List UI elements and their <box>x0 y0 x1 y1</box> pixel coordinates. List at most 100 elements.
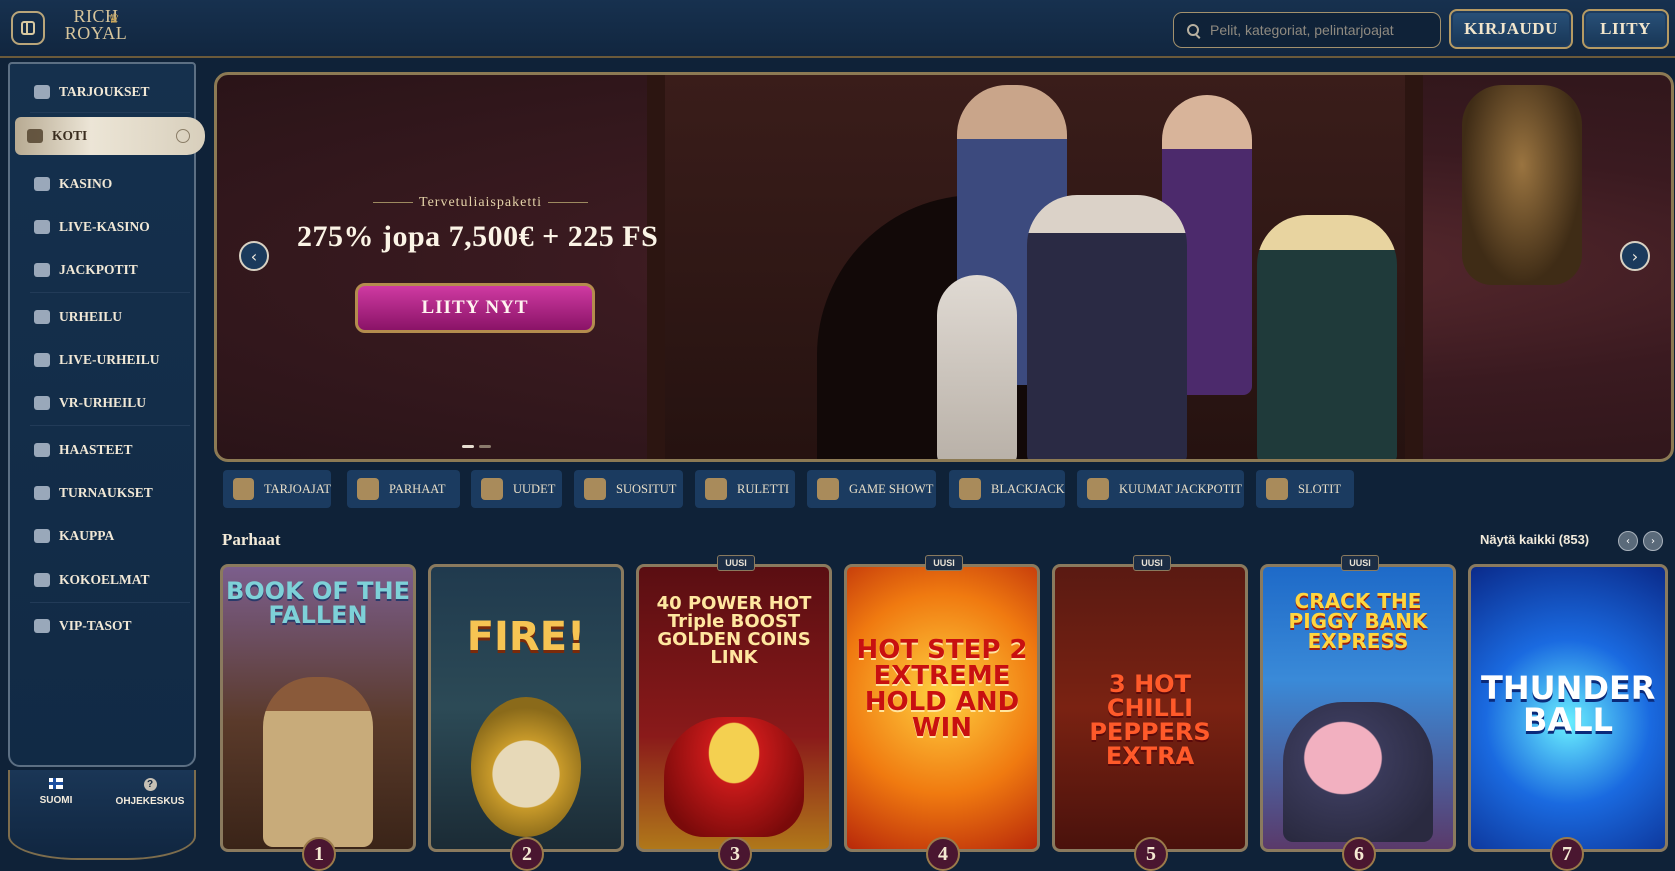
sidebar-item-label: TURNAUKSET <box>59 485 153 500</box>
gift-icon <box>34 85 50 99</box>
microphone-icon <box>817 478 839 500</box>
game-card-book-of-the-fallen[interactable]: BOOK OF THE FALLEN <box>220 564 416 852</box>
new-badge: UUSI <box>1133 555 1171 571</box>
game-title: BOOK OF THE FALLEN <box>225 577 411 629</box>
rank-badge: 6 <box>1342 837 1376 871</box>
sidebar-item-turnaukset[interactable]: TURNAUKSET <box>22 475 194 511</box>
category-label: BLACKJACK <box>991 481 1065 496</box>
section-next-button[interactable]: › <box>1643 531 1663 551</box>
game-title: CRACK THE PIGGY BANK EXPRESS <box>1288 589 1428 653</box>
category-label: RULETTI <box>737 481 790 496</box>
sidebar-item-kokoelmat[interactable]: KOKOELMAT <box>22 562 194 598</box>
game-title: THUNDER BALL <box>1481 669 1656 739</box>
carousel-dot-active[interactable] <box>462 445 474 448</box>
crown-icon: ♛ <box>108 11 121 26</box>
join-now-button[interactable]: LIITY NYT <box>355 283 595 333</box>
sidebar-item-kauppa[interactable]: KAUPPA <box>22 518 194 554</box>
sidebar-item-label: HAASTEET <box>59 442 133 457</box>
explorer-art-image <box>263 677 373 847</box>
sidebar-item-kasino[interactable]: KASINO <box>22 166 194 202</box>
star-icon <box>584 478 606 500</box>
new-badge: UUSI <box>1341 555 1379 571</box>
status-badge <box>176 129 190 143</box>
category-kuumat-jackpotit[interactable]: KUUMAT JACKPOTIT <box>1077 470 1244 508</box>
category-slotit[interactable]: SLOTIT <box>1256 470 1354 508</box>
cards-icon <box>959 478 981 500</box>
shop-icon <box>34 529 50 543</box>
sidebar-toggle-button[interactable] <box>11 11 45 45</box>
divider <box>30 292 190 293</box>
game-title: HOT STEP 2 EXTREME HOLD AND WIN <box>856 635 1028 743</box>
game-title: 40 POWER HOT Triple BOOST GOLDEN COINS L… <box>656 593 812 668</box>
language-selector[interactable]: SUOMI <box>10 778 102 806</box>
dog-figure-image <box>937 275 1017 459</box>
rank-badge: 5 <box>1134 837 1168 871</box>
language-label: SUOMI <box>39 795 73 806</box>
sidebar-footer: SUOMI ? OHJEKESKUS <box>8 770 196 860</box>
new-badge: UUSI <box>925 555 963 571</box>
vr-icon <box>34 396 50 410</box>
sidebar-item-label: LIVE-KASINO <box>59 219 150 234</box>
join-button[interactable]: LIITY <box>1582 9 1669 49</box>
game-card-thunder-ball[interactable]: THUNDER BALL <box>1468 564 1668 852</box>
fire-jackpot-icon <box>1087 478 1109 500</box>
category-blackjack[interactable]: BLACKJACK <box>949 470 1065 508</box>
category-label: KUUMAT JACKPOTIT <box>1119 481 1243 496</box>
trophy-icon <box>34 486 50 500</box>
category-ruletti[interactable]: RULETTI <box>695 470 795 508</box>
section-prev-button[interactable]: ‹ <box>1618 531 1638 551</box>
login-button[interactable]: KIRJAUDU <box>1449 9 1573 49</box>
sidebar-item-jackpotit[interactable]: JACKPOTIT <box>22 252 194 288</box>
slot-777-icon <box>1266 478 1288 500</box>
category-parhaat[interactable]: PARHAAT <box>347 470 460 508</box>
sidebar-item-label: KOTI <box>52 128 88 143</box>
category-label: SUOSITUT <box>616 481 677 496</box>
sidebar-item-vr-urheilu[interactable]: VR-URHEILU <box>22 385 194 421</box>
rich-royal-logo[interactable]: ♛ RICH ROYAL <box>56 7 136 48</box>
live-sports-icon <box>34 353 50 367</box>
game-card-crack-the-piggy-bank[interactable]: CRACK THE PIGGY BANK EXPRESS <box>1260 564 1456 852</box>
sidebar-item-label: VIP-TASOT <box>59 618 132 633</box>
challenge-icon <box>34 443 50 457</box>
sidebar-item-label: KOKOELMAT <box>59 572 150 587</box>
vase-image <box>1462 85 1582 285</box>
game-card-3-hot-chilli-peppers[interactable]: 3 HOT CHILLI PEPPERS EXTRA <box>1052 564 1248 852</box>
top-bar: ♛ RICH ROYAL KIRJAUDU LIITY <box>0 0 1675 58</box>
sidebar-item-koti[interactable]: KOTI <box>15 117 205 155</box>
category-label: PARHAAT <box>389 481 446 496</box>
sidebar-item-vip-tasot[interactable]: VIP-TASOT <box>22 608 194 644</box>
lightning-icon <box>481 478 503 500</box>
finland-flag-icon <box>49 778 63 789</box>
category-game-showt[interactable]: GAME SHOWT <box>807 470 936 508</box>
game-title: 3 HOT CHILLI PEPPERS EXTRA <box>1089 670 1211 770</box>
sidebar-item-label: URHEILU <box>59 309 123 324</box>
sidebar-item-urheilu[interactable]: URHEILU <box>22 299 194 335</box>
game-card-hot-step-2[interactable]: HOT STEP 2 EXTREME HOLD AND WIN <box>844 564 1040 852</box>
view-all-link[interactable]: Näytä kaikki (853) <box>1480 532 1589 547</box>
search-input[interactable] <box>1208 21 1432 39</box>
new-badge: UUSI <box>717 555 755 571</box>
rank-badge: 3 <box>718 837 752 871</box>
rank-badge: 2 <box>510 837 544 871</box>
sidebar-item-haasteet[interactable]: HAASTEET <box>22 432 194 468</box>
divider <box>30 425 190 426</box>
carousel-prev-button[interactable]: ‹ <box>239 241 269 271</box>
category-tarjoajat[interactable]: TARJOAJAT <box>223 470 331 508</box>
rank-badge: 7 <box>1550 837 1584 871</box>
category-label: SLOTIT <box>1298 481 1342 496</box>
category-uudet[interactable]: UUDET <box>471 470 562 508</box>
clover-icon <box>34 263 50 277</box>
sidebar-item-live-urheilu[interactable]: LIVE-URHEILU <box>22 342 194 378</box>
carousel-dot[interactable] <box>479 445 491 448</box>
game-card-fire[interactable]: FIRE! <box>428 564 624 852</box>
search-box[interactable] <box>1173 12 1441 48</box>
category-suositut[interactable]: SUOSITUT <box>574 470 683 508</box>
sidebar-item-tarjoukset[interactable]: TARJOUKSET <box>22 74 194 110</box>
diamond-icon <box>34 619 50 633</box>
help-center-button[interactable]: ? OHJEKESKUS <box>104 778 196 807</box>
sidebar-item-live-kasino[interactable]: LIVE-KASINO <box>22 209 194 245</box>
help-label: OHJEKESKUS <box>115 796 185 807</box>
carousel-next-button[interactable]: › <box>1620 241 1650 271</box>
game-card-40-power-hot[interactable]: 40 POWER HOT Triple BOOST GOLDEN COINS L… <box>636 564 832 852</box>
hero-banner[interactable]: Tervetuliaispaketti 275% jopa 7,500€ + 2… <box>214 72 1674 462</box>
